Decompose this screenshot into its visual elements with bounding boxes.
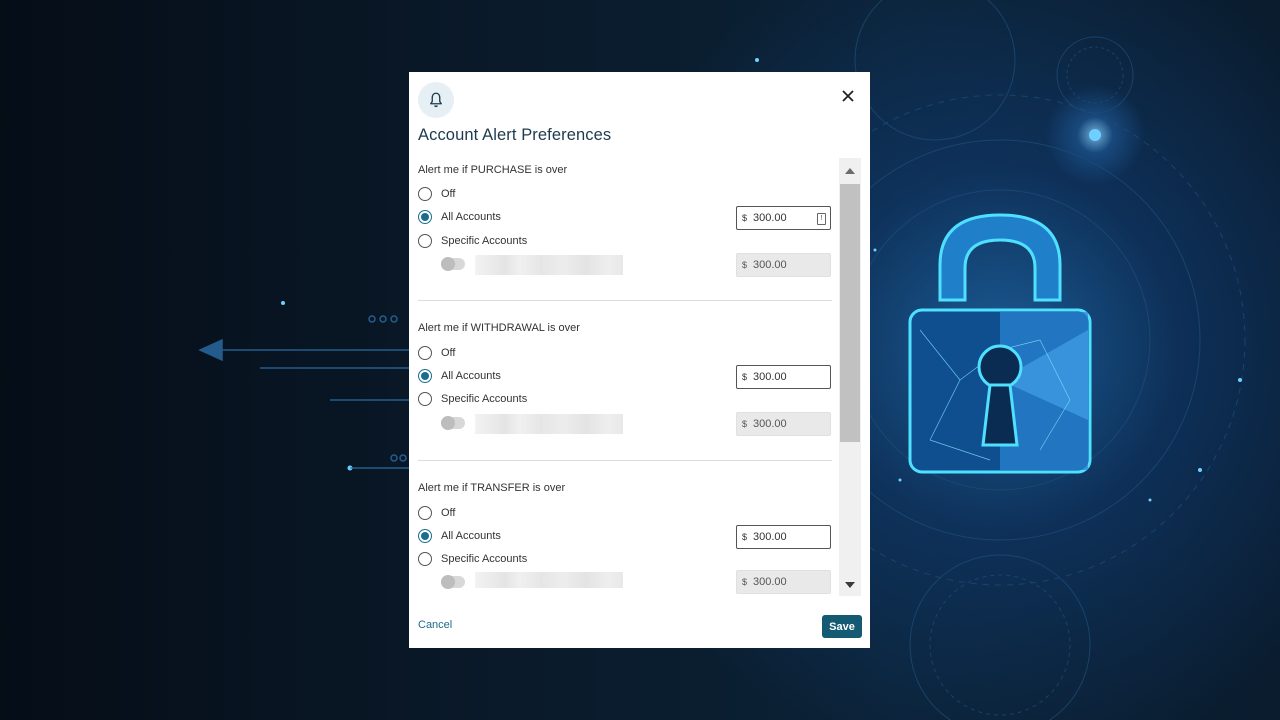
bell-icon-container xyxy=(418,82,454,118)
radio-button[interactable] xyxy=(418,346,432,360)
account-toggle[interactable] xyxy=(441,257,465,271)
padlock-graphic xyxy=(908,213,1092,474)
radio-label: Specific Accounts xyxy=(441,235,528,247)
radio-specific-accounts[interactable]: Specific Accounts xyxy=(418,234,527,248)
section-label: Alert me if TRANSFER is over xyxy=(418,482,566,494)
specific-account-amount-input: $ 300.00 xyxy=(736,253,831,277)
amount-value: 300.00 xyxy=(753,418,787,430)
redacted-account-name xyxy=(475,572,623,588)
currency-symbol: $ xyxy=(742,213,748,223)
cancel-button[interactable]: Cancel xyxy=(418,619,452,631)
radio-label: Off xyxy=(441,188,456,200)
all-accounts-amount-input[interactable]: $ 300.00 xyxy=(736,365,831,389)
radio-specific-accounts[interactable]: Specific Accounts xyxy=(418,552,527,566)
all-accounts-amount-input[interactable]: $ 300.00 xyxy=(736,525,831,549)
purchase-alert-section: Alert me if PURCHASE is over Off All Acc… xyxy=(409,158,870,318)
preferences-scroll-area[interactable]: Alert me if PURCHASE is over Off All Acc… xyxy=(409,158,870,596)
radio-label: All Accounts xyxy=(441,211,501,223)
currency-symbol: $ xyxy=(742,532,748,542)
section-label: Alert me if WITHDRAWAL is over xyxy=(418,322,580,334)
radio-specific-accounts[interactable]: Specific Accounts xyxy=(418,392,527,406)
scroll-down-arrow-icon[interactable] xyxy=(845,582,855,588)
radio-label: All Accounts xyxy=(441,370,501,382)
radio-button-selected[interactable] xyxy=(418,369,432,383)
alert-preferences-dialog: Account Alert Preferences Alert me if PU… xyxy=(409,72,870,648)
amount-value: 300.00 xyxy=(753,576,787,588)
section-label: Alert me if PURCHASE is over xyxy=(418,164,568,176)
currency-symbol: $ xyxy=(742,577,748,587)
amount-value: 300.00 xyxy=(753,212,787,224)
radio-off[interactable]: Off xyxy=(418,506,455,520)
close-icon xyxy=(842,90,854,102)
close-button[interactable] xyxy=(838,86,858,106)
amount-value: 300.00 xyxy=(753,371,787,383)
section-divider xyxy=(418,460,832,461)
account-toggle[interactable] xyxy=(441,575,465,589)
radio-label: All Accounts xyxy=(441,530,501,542)
radio-off[interactable]: Off xyxy=(418,187,455,201)
radio-button[interactable] xyxy=(418,392,432,406)
radio-label: Specific Accounts xyxy=(441,553,528,565)
vertical-scrollbar[interactable] xyxy=(839,158,861,596)
redacted-account-name xyxy=(475,255,623,275)
specific-account-amount-input: $ 300.00 xyxy=(736,570,831,594)
radio-off[interactable]: Off xyxy=(418,346,455,360)
withdrawal-alert-section: Alert me if WITHDRAWAL is over Off All A… xyxy=(409,318,870,478)
radio-button[interactable] xyxy=(418,187,432,201)
radio-label: Specific Accounts xyxy=(441,393,528,405)
radio-button[interactable] xyxy=(418,506,432,520)
currency-symbol: $ xyxy=(742,419,748,429)
radio-all-accounts[interactable]: All Accounts xyxy=(418,210,501,224)
dialog-title: Account Alert Preferences xyxy=(418,126,612,144)
section-divider xyxy=(418,300,832,301)
specific-account-amount-input: $ 300.00 xyxy=(736,412,831,436)
redacted-account-name xyxy=(475,414,623,434)
scrollbar-thumb[interactable] xyxy=(840,184,860,442)
account-toggle[interactable] xyxy=(441,416,465,430)
amount-value: 300.00 xyxy=(753,531,787,543)
radio-button[interactable] xyxy=(418,552,432,566)
radio-label: Off xyxy=(441,507,456,519)
radio-button-selected[interactable] xyxy=(418,210,432,224)
scroll-up-arrow-icon[interactable] xyxy=(845,168,855,174)
radio-button-selected[interactable] xyxy=(418,529,432,543)
radio-all-accounts[interactable]: All Accounts xyxy=(418,529,501,543)
input-info-icon: ! xyxy=(817,213,826,225)
all-accounts-amount-input[interactable]: $ 300.00 ! xyxy=(736,206,831,230)
save-button[interactable]: Save xyxy=(822,615,862,638)
transfer-alert-section: Alert me if TRANSFER is over Off All Acc… xyxy=(409,478,870,596)
currency-symbol: $ xyxy=(742,372,748,382)
radio-all-accounts[interactable]: All Accounts xyxy=(418,369,501,383)
currency-symbol: $ xyxy=(742,260,748,270)
amount-value: 300.00 xyxy=(753,259,787,271)
radio-label: Off xyxy=(441,347,456,359)
bell-icon xyxy=(430,92,442,108)
radio-button[interactable] xyxy=(418,234,432,248)
